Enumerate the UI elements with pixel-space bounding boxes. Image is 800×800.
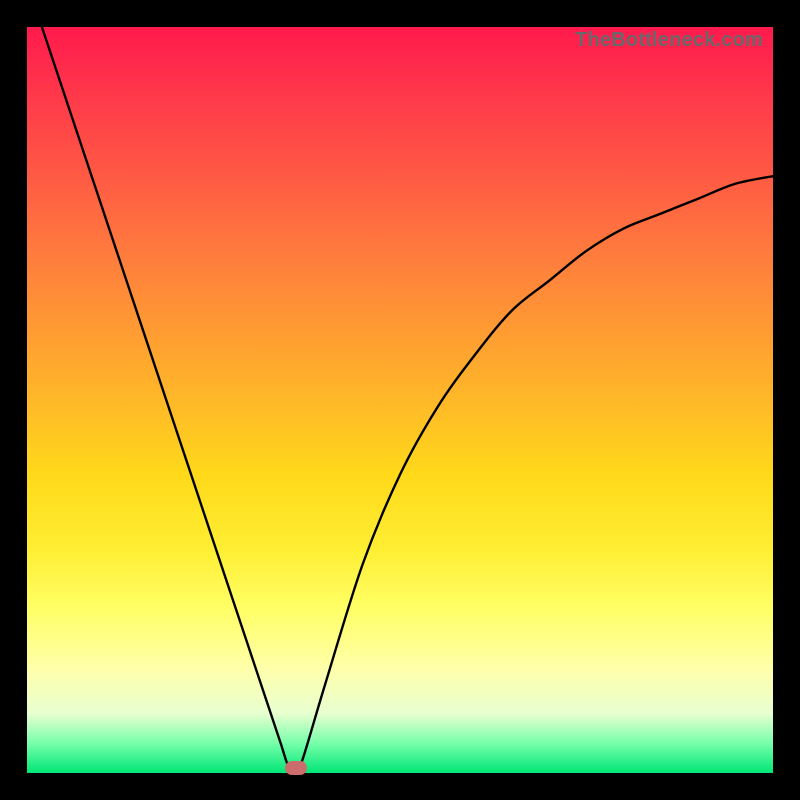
bottleneck-curve [27, 27, 773, 773]
plot-area: TheBottleneck.com [27, 27, 773, 773]
chart-frame: TheBottleneck.com [0, 0, 800, 800]
optimal-point-marker [285, 761, 307, 775]
